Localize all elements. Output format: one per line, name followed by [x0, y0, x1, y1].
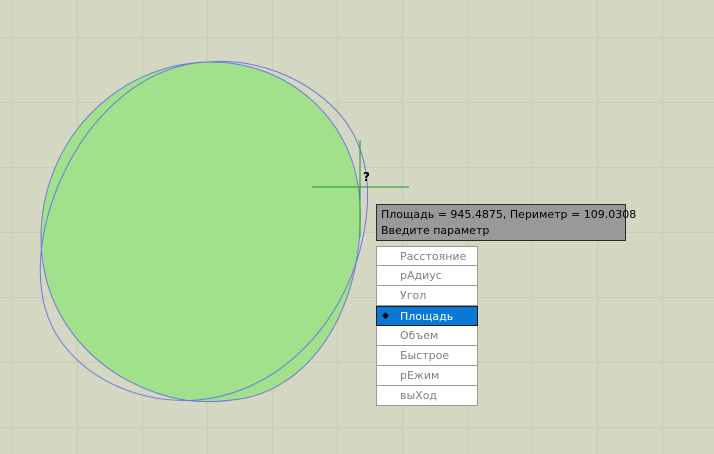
menu-item-quick[interactable]: Быстрое	[376, 346, 478, 366]
menu-item-label: Быстрое	[400, 349, 450, 362]
tooltip-measurement: Площадь = 945.4875, Периметр = 109.0308	[381, 208, 637, 221]
drawing-canvas[interactable]: ? Площадь = 945.4875, Периметр = 109.030…	[0, 0, 714, 454]
menu-item-label: Угол	[400, 289, 427, 302]
tooltip-prompt: Введите параметр	[381, 223, 490, 237]
menu-item-angle[interactable]: Угол	[376, 286, 478, 306]
menu-item-mode[interactable]: рЕжим	[376, 366, 478, 386]
menu-item-exit[interactable]: выХод	[376, 386, 478, 406]
menu-item-volume[interactable]: Объем	[376, 326, 478, 346]
menu-item-label: рЕжим	[400, 369, 440, 382]
menu-item-label: рАдиус	[400, 269, 442, 282]
menu-item-label: Площадь	[400, 310, 454, 323]
filled-area[interactable]	[41, 61, 361, 402]
selected-diamond-icon: ◆	[382, 311, 389, 321]
menu-item-label: Расстояние	[400, 250, 467, 263]
menu-item-label: Объем	[400, 329, 439, 342]
question-mark-icon: ?	[363, 170, 370, 184]
menu-item-distance[interactable]: Расстояние	[376, 246, 478, 266]
option-menu: Расстояние рАдиус Угол ◆ Площадь Объем Бы…	[376, 246, 478, 406]
dynamic-input-tooltip: Площадь = 945.4875, Периметр = 109.0308 …	[376, 204, 637, 241]
menu-item-area[interactable]: ◆ Площадь	[376, 306, 478, 326]
menu-item-radius[interactable]: рАдиус	[376, 266, 478, 286]
menu-item-label: выХод	[400, 389, 438, 402]
